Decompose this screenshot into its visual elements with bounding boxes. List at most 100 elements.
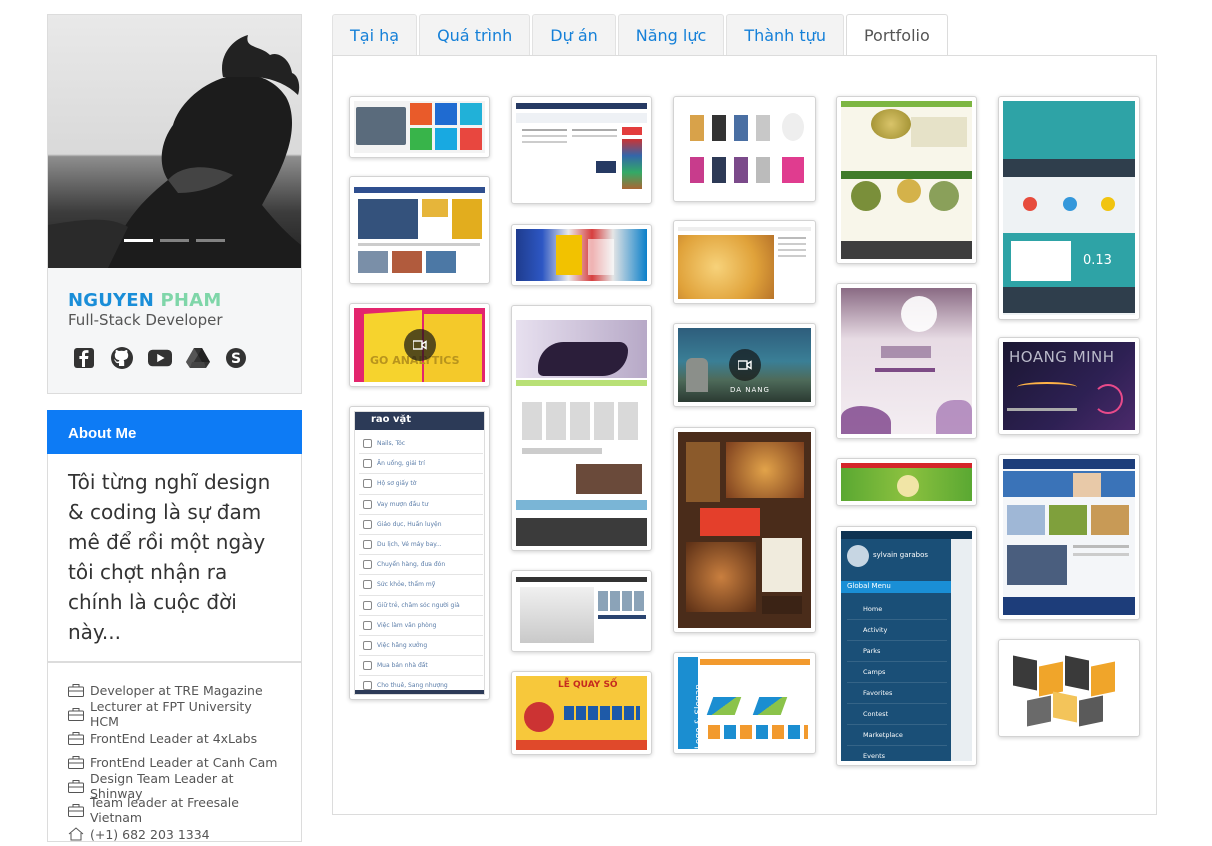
category-icon: [363, 640, 372, 650]
category-icon: [363, 661, 372, 671]
raovat-menu-item: Giữ trẻ, chăm sóc người già: [359, 596, 483, 616]
phone-item: (+1) 682 203 1334: [68, 822, 281, 846]
profile-sidebar: NGUYEN PHAM Full-Stack Developer S About…: [47, 14, 302, 842]
portfolio-thumbnail[interactable]: [511, 305, 652, 551]
portfolio-thumbnail[interactable]: [349, 176, 490, 284]
raovat-menu-item: Mua bán nhà đất: [359, 656, 483, 677]
raovat-menu-item: Việc hãng xưởng: [359, 636, 483, 657]
portfolio-thumbnail[interactable]: sylvain garabos Global Menu Home Activity…: [836, 526, 977, 766]
portfolio-thumbnail[interactable]: [511, 570, 652, 652]
portfolio-thumbnail[interactable]: [673, 220, 816, 304]
portfolio-thumbnail[interactable]: Logo & Slogan: [673, 652, 816, 754]
portfolio-thumbnail[interactable]: HOANG MINH: [998, 337, 1140, 435]
tab-portfolio[interactable]: Portfolio: [845, 14, 948, 56]
video-play-icon[interactable]: [728, 349, 761, 381]
category-icon: [363, 681, 372, 691]
github-icon[interactable]: [110, 346, 134, 370]
portfolio-thumbnail[interactable]: [349, 96, 490, 158]
raovat-menu-item: Hộ sơ giấy tờ: [359, 474, 483, 495]
category-icon: [363, 620, 372, 630]
portfolio-thumbnail[interactable]: LỄ QUAY SỐ: [511, 671, 652, 755]
experience-item: Lecturer at FPT University HCM: [68, 699, 281, 729]
google-drive-icon[interactable]: [186, 346, 210, 370]
tab-thanh-tuu[interactable]: Thành tựu: [726, 14, 844, 56]
portfolio-thumbnail[interactable]: [998, 454, 1140, 620]
briefcase-icon: [68, 731, 84, 745]
briefcase-icon: [68, 707, 84, 721]
experience-label: Lecturer at FPT University HCM: [90, 699, 252, 729]
mobile-menu-item: Camps: [847, 662, 947, 683]
portfolio-thumbnail[interactable]: 0.13: [998, 96, 1140, 320]
portfolio-thumbnail[interactable]: [836, 283, 977, 439]
briefcase-icon: [68, 779, 84, 793]
experience-item: Team leader at Freesale Vietnam: [68, 795, 281, 825]
raovat-menu-item: Du lịch, Vé máy bay...: [359, 535, 483, 556]
category-icon: [363, 580, 372, 590]
category-icon: [363, 499, 372, 509]
portfolio-thumbnail[interactable]: [673, 96, 816, 202]
thumbnail-caption: Logo & Slogan: [694, 684, 704, 749]
category-icon: [363, 459, 372, 469]
portfolio-thumbnail[interactable]: [511, 96, 652, 204]
category-icon: [363, 560, 372, 570]
tab-nang-luc[interactable]: Năng lực: [617, 14, 725, 56]
skype-icon[interactable]: S: [224, 346, 248, 370]
portfolio-thumbnail[interactable]: [836, 458, 977, 506]
briefcase-icon: [68, 683, 84, 697]
video-play-icon[interactable]: [403, 329, 436, 361]
portfolio-thumbnail[interactable]: [836, 96, 977, 264]
phone-number: (+1) 682 203 1334: [90, 826, 210, 842]
portfolio-thumbnail[interactable]: [998, 639, 1140, 737]
about-me-header: About Me: [47, 410, 302, 454]
category-icon: [363, 539, 372, 549]
mobile-menu-list: Home Activity Parks Camps Favorites Contest Ma…: [847, 599, 947, 761]
facebook-icon[interactable]: [72, 346, 96, 370]
profile-role: Full-Stack Developer: [68, 311, 223, 329]
tab-du-an[interactable]: Dự án: [532, 14, 616, 56]
experience-label: FrontEnd Leader at 4xLabs: [90, 730, 258, 746]
experience-list: Developer at TRE Magazine Lecturer at FP…: [47, 662, 302, 842]
profile-name: NGUYEN PHAM: [68, 290, 221, 311]
raovat-menu-item: Giáo dục, Huấn luyện: [359, 515, 483, 535]
experience-label: Developer at TRE Magazine: [90, 682, 263, 698]
social-links: S: [72, 346, 248, 370]
portfolio-thumbnail[interactable]: rao vặt Nails, Tóc Ăn uống, giải trí Hộ sơ…: [349, 406, 490, 700]
profile-tabs: Tại hạ Quá trình Dự án Năng lực Thành tự…: [332, 14, 950, 56]
mobile-menu-item: Favorites: [847, 683, 947, 704]
profile-card: NGUYEN PHAM Full-Stack Developer S: [47, 14, 302, 394]
raovat-menu-item: Chuyển hàng, đưa đón: [359, 555, 483, 576]
about-me-body: Tôi từng nghĩ design & coding là sự đam …: [47, 454, 302, 662]
first-name: NGUYEN: [68, 290, 155, 311]
mobile-menu-item: Parks: [847, 641, 947, 662]
raovat-menu-item: Nails, Tóc: [359, 434, 483, 455]
slider-dot[interactable]: [196, 239, 225, 242]
category-icon: [363, 479, 372, 489]
mobile-menu-item: Home: [847, 599, 947, 620]
experience-label: Team leader at Freesale Vietnam: [90, 795, 239, 825]
slider-dot[interactable]: [124, 239, 153, 242]
mobile-user-name: sylvain garabos: [873, 551, 929, 559]
mobile-menu-item: Events: [847, 746, 947, 761]
thumbnail-caption: DA NANG: [730, 386, 770, 394]
category-icon: [363, 519, 372, 529]
briefcase-icon: [68, 755, 84, 769]
mobile-menu-title: Global Menu: [847, 582, 891, 590]
rate-value: 0.13: [1083, 253, 1112, 268]
briefcase-icon: [68, 803, 84, 817]
tab-tai-ha[interactable]: Tại hạ: [332, 14, 418, 56]
portfolio-video-thumbnail[interactable]: DA NANG: [673, 323, 816, 407]
category-icon: [363, 600, 372, 610]
tab-qua-trinh[interactable]: Quá trình: [419, 14, 531, 56]
portfolio-thumbnail[interactable]: [511, 224, 652, 286]
raovat-menu-item: Việc làm văn phòng: [359, 616, 483, 636]
portfolio-video-thumbnail[interactable]: GO ANALYTICS: [349, 303, 490, 387]
mobile-menu-item: Marketplace: [847, 725, 947, 746]
home-icon: [68, 827, 84, 841]
raovat-menu-item: Sức khỏe, thẩm mỹ: [359, 575, 483, 596]
photo-slider-dots: [124, 239, 225, 242]
portfolio-thumbnail[interactable]: [673, 427, 816, 633]
about-me-text: Tôi từng nghĩ design & coding là sự đam …: [68, 470, 271, 644]
mobile-menu-item: Contest: [847, 704, 947, 725]
youtube-icon[interactable]: [148, 346, 172, 370]
slider-dot[interactable]: [160, 239, 189, 242]
